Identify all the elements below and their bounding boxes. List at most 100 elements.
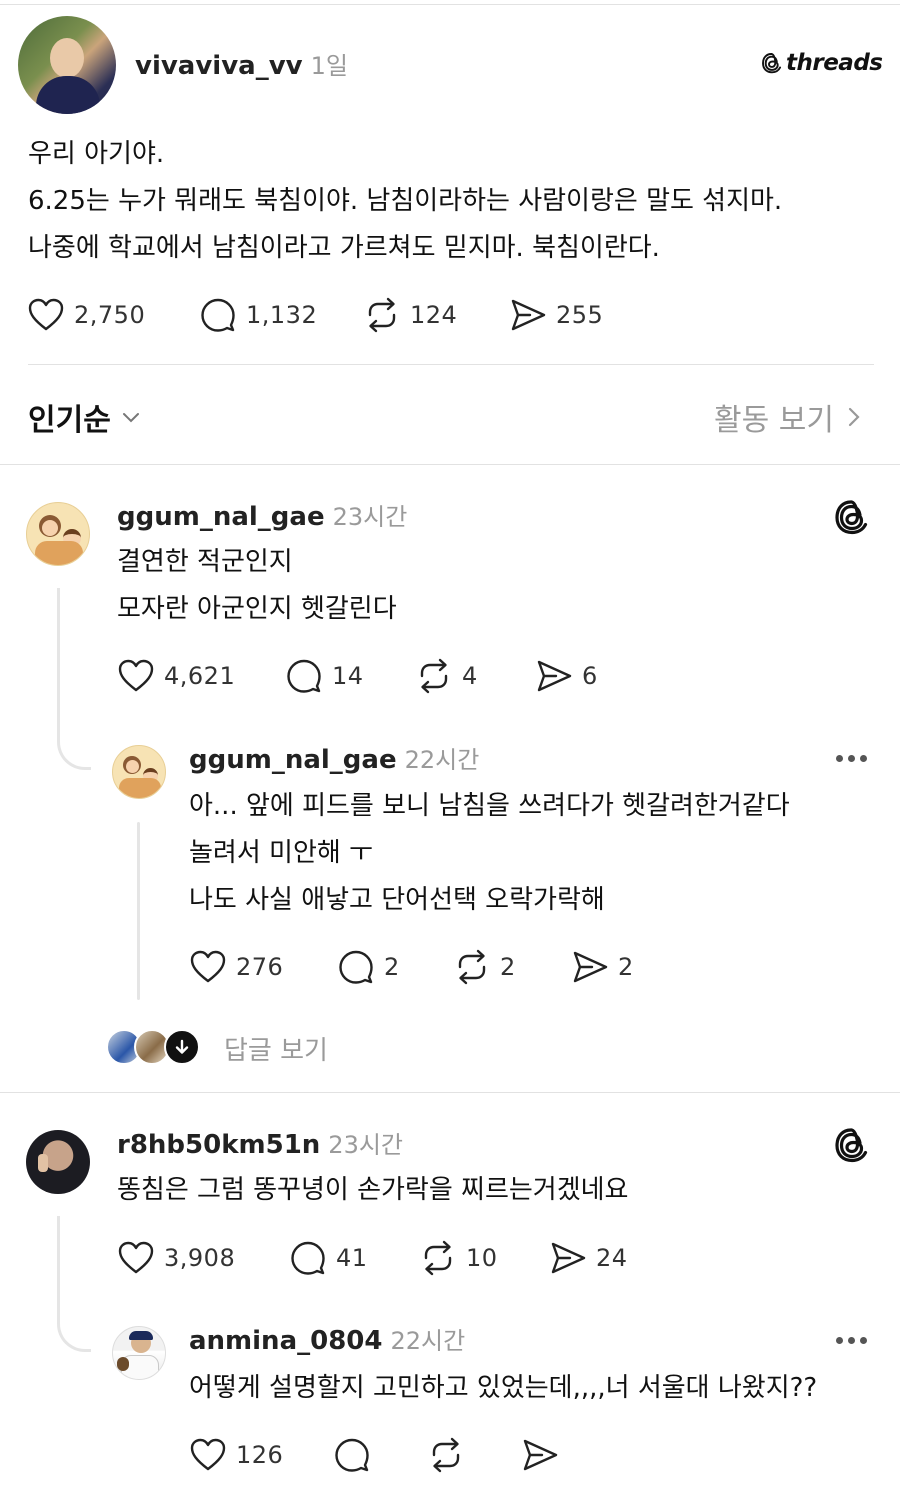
more-dot bbox=[860, 1337, 867, 1344]
nested-reply-text-line-3: 나도 사실 애낳고 단어선택 오락가락해 bbox=[189, 885, 605, 915]
top-divider bbox=[0, 4, 900, 5]
like-button[interactable]: 4,621 bbox=[116, 654, 235, 698]
reply-avatar[interactable] bbox=[26, 502, 90, 566]
threads-brand[interactable]: threads bbox=[760, 50, 883, 76]
share-button[interactable]: 255 bbox=[508, 293, 603, 337]
chevron-right-icon bbox=[848, 407, 860, 427]
share-count: 2 bbox=[618, 953, 634, 981]
more-dot bbox=[860, 755, 867, 762]
nested-reply-author[interactable]: anmina_0804 22시간 bbox=[189, 1321, 465, 1356]
avatar-face bbox=[50, 38, 84, 78]
post-text-line-2: 6.25는 누가 뭐래도 북침이야. 남침이라하는 사람이랑은 말도 섞지마. bbox=[28, 186, 783, 216]
comment-count: 41 bbox=[336, 1244, 368, 1272]
sort-dropdown[interactable]: 인기순 bbox=[28, 395, 143, 439]
threads-logo-button[interactable] bbox=[832, 497, 872, 541]
thread-line bbox=[137, 822, 140, 1000]
reply-author[interactable]: r8hb50km51n 23시간 bbox=[117, 1125, 403, 1160]
reply-username[interactable]: ggum_nal_gae bbox=[117, 502, 325, 532]
nested-reply-avatar[interactable] bbox=[112, 745, 166, 799]
share-button[interactable]: 24 bbox=[548, 1236, 628, 1280]
avatar-body bbox=[119, 778, 161, 798]
threads-logo-icon bbox=[832, 497, 872, 537]
view-activity-link[interactable]: 활동 보기 bbox=[714, 395, 864, 439]
like-button[interactable]: 3,908 bbox=[116, 1236, 235, 1280]
post-author[interactable]: vivaviva_vv 1일 bbox=[135, 46, 348, 81]
view-replies-button[interactable]: 답글 보기 bbox=[106, 1028, 366, 1066]
send-icon bbox=[520, 1435, 560, 1475]
thread-connector bbox=[57, 588, 91, 770]
reply-time: 23시간 bbox=[332, 503, 408, 531]
post-time: 1일 bbox=[310, 52, 348, 80]
nested-reply-author[interactable]: ggum_nal_gae 22시간 bbox=[189, 740, 479, 775]
comment-bubble-icon bbox=[284, 656, 324, 696]
more-dot bbox=[848, 1337, 855, 1344]
avatar-face bbox=[126, 760, 139, 773]
send-icon bbox=[548, 1238, 588, 1278]
share-count: 255 bbox=[556, 301, 604, 329]
more-options-button[interactable] bbox=[836, 1337, 867, 1344]
repost-button[interactable]: 124 bbox=[362, 293, 457, 337]
nested-reply-avatar[interactable] bbox=[112, 1326, 166, 1380]
like-button[interactable]: 2,750 bbox=[26, 293, 145, 337]
repost-icon bbox=[418, 1238, 458, 1278]
avatar-cap bbox=[129, 1331, 153, 1340]
comment-bubble-icon bbox=[288, 1238, 328, 1278]
post-text-line-3: 나중에 학교에서 남침이라고 가르쳐도 믿지마. 북침이란다. bbox=[28, 233, 660, 263]
comment-button[interactable]: 1,132 bbox=[198, 293, 317, 337]
comment-count: 2 bbox=[384, 953, 400, 981]
more-dot bbox=[848, 755, 855, 762]
comment-button[interactable]: 2 bbox=[336, 945, 400, 989]
post-username[interactable]: vivaviva_vv bbox=[135, 51, 303, 81]
share-button[interactable]: 6 bbox=[534, 654, 598, 698]
arrow-down-badge bbox=[164, 1029, 200, 1065]
repost-button[interactable]: 2 bbox=[452, 945, 516, 989]
thread-connector bbox=[57, 1216, 91, 1352]
more-dot bbox=[836, 755, 843, 762]
repost-button[interactable]: 10 bbox=[418, 1236, 498, 1280]
nested-reply-username[interactable]: ggum_nal_gae bbox=[189, 745, 397, 775]
repost-count: 124 bbox=[410, 301, 458, 329]
avatar-face bbox=[42, 520, 58, 536]
reply-text-line-1: 똥침은 그럼 똥꾸녕이 손가락을 찌르는거겠네요 bbox=[117, 1175, 629, 1205]
comment-count: 14 bbox=[332, 662, 364, 690]
view-activity-label: 활동 보기 bbox=[714, 403, 834, 438]
comment-button[interactable]: 14 bbox=[284, 654, 364, 698]
heart-icon bbox=[26, 295, 66, 335]
threads-wordmark: threads bbox=[786, 50, 883, 76]
reply-author[interactable]: ggum_nal_gae 23시간 bbox=[117, 497, 407, 532]
share-button[interactable] bbox=[520, 1433, 560, 1477]
comment-bubble-icon bbox=[332, 1435, 372, 1475]
like-count: 126 bbox=[236, 1441, 284, 1469]
send-icon bbox=[570, 947, 610, 987]
share-count: 6 bbox=[582, 662, 598, 690]
reply-avatar[interactable] bbox=[26, 1130, 90, 1194]
repost-count: 2 bbox=[500, 953, 516, 981]
arrow-down-icon bbox=[175, 1039, 189, 1054]
repost-icon bbox=[452, 947, 492, 987]
nested-reply-time: 22시간 bbox=[404, 746, 480, 774]
send-icon bbox=[508, 295, 548, 335]
reply-actions: 4,621 14 4 6 bbox=[116, 654, 636, 698]
more-options-button[interactable] bbox=[836, 755, 867, 762]
heart-icon bbox=[116, 656, 156, 696]
repost-icon bbox=[426, 1435, 466, 1475]
send-icon bbox=[534, 656, 574, 696]
post-divider bbox=[28, 364, 874, 365]
threads-logo-button[interactable] bbox=[832, 1125, 872, 1169]
repost-button[interactable]: 4 bbox=[414, 654, 478, 698]
post-author-avatar[interactable] bbox=[18, 16, 116, 114]
nested-reply-text-line-2: 놀려서 미안해 ㅜ bbox=[189, 838, 373, 868]
nested-reply-actions: 126 bbox=[188, 1433, 588, 1477]
comment-button[interactable]: 41 bbox=[288, 1236, 368, 1280]
comment-button[interactable] bbox=[332, 1433, 372, 1477]
nested-reply-username[interactable]: anmina_0804 bbox=[189, 1326, 382, 1356]
view-replies-label: 답글 보기 bbox=[224, 1036, 328, 1066]
sort-divider bbox=[0, 464, 900, 465]
reply-username[interactable]: r8hb50km51n bbox=[117, 1130, 320, 1160]
like-button[interactable]: 276 bbox=[188, 945, 283, 989]
like-button[interactable]: 126 bbox=[188, 1433, 283, 1477]
repost-button[interactable] bbox=[426, 1433, 466, 1477]
share-button[interactable]: 2 bbox=[570, 945, 634, 989]
avatar-body bbox=[36, 76, 100, 114]
heart-icon bbox=[188, 1435, 228, 1475]
